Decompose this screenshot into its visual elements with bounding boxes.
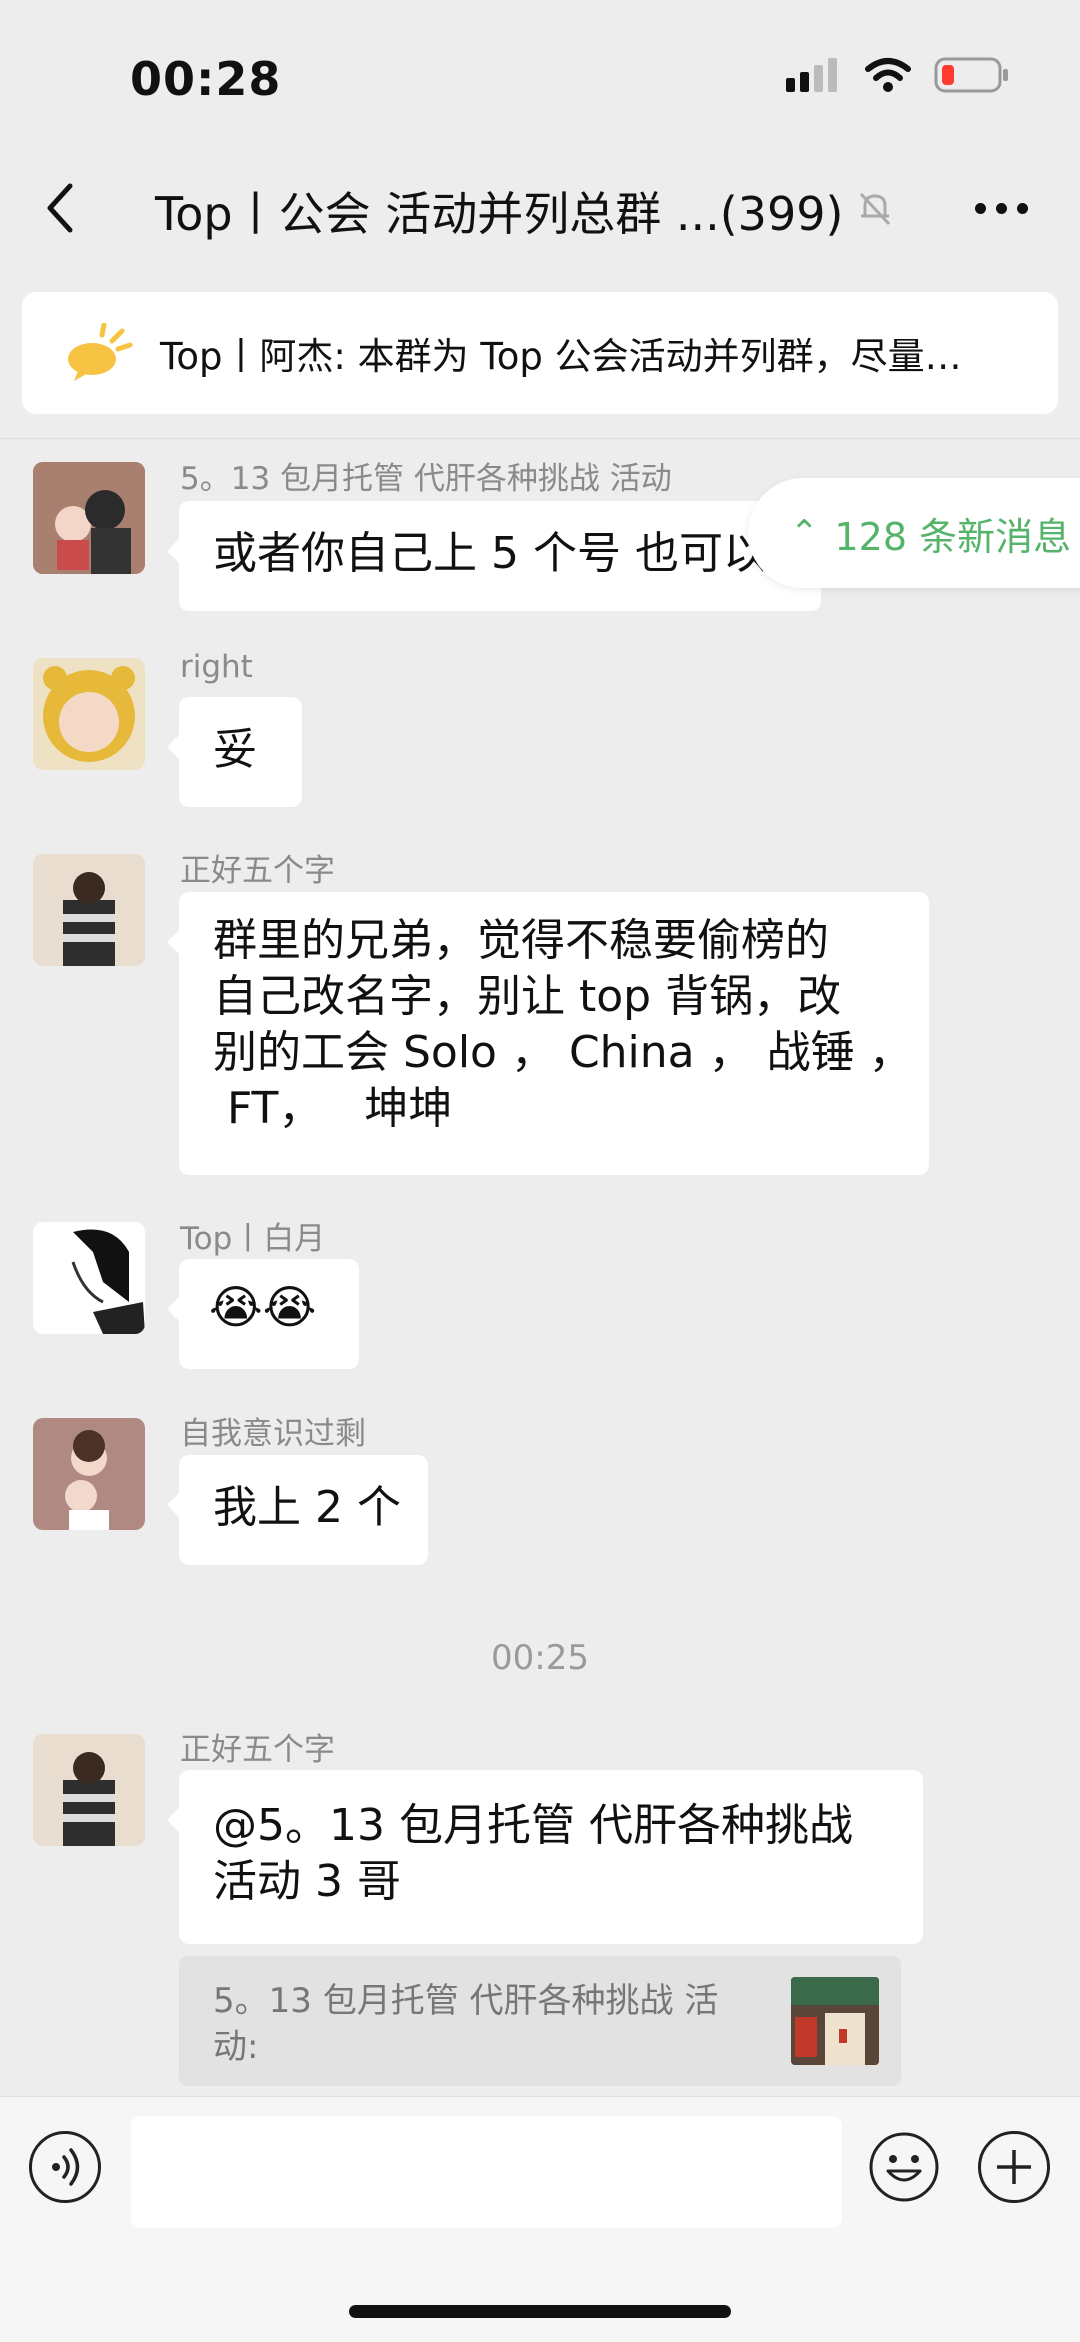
quote-thumbnail	[791, 1977, 879, 2065]
announcement-text: Top丨阿杰: 本群为 Top 公会活动并列群，尽量…	[160, 335, 962, 378]
quote-line: 动:	[213, 2027, 259, 2067]
message-line: @5。13 包月托管 代肝各种挑战	[213, 1800, 853, 1851]
avatar[interactable]	[33, 1734, 145, 1846]
quote-text: 5。13 包月托管 代肝各种挑战 活 动:	[213, 1978, 783, 2070]
emoji-icon[interactable]	[868, 2131, 940, 2203]
voice-icon	[52, 2148, 80, 2186]
divider	[0, 438, 1080, 439]
quoted-message[interactable]: 5。13 包月托管 代肝各种挑战 活 动:	[179, 1956, 901, 2086]
timestamp-divider: 00:25	[491, 1638, 589, 1678]
sender-name: 正好五个字	[180, 853, 335, 889]
sender-name: Top丨白月	[180, 1221, 326, 1257]
message-bubble[interactable]: @5。13 包月托管 代肝各种挑战 活动 3 哥	[167, 1770, 923, 1944]
avatar[interactable]	[33, 1222, 145, 1334]
new-messages-button[interactable]: ⌃ 128 条新消息	[748, 478, 1080, 588]
sender-name: 自我意识过剩	[180, 1416, 366, 1452]
message-line: 群里的兄弟，觉得不稳要偷榜的	[213, 915, 829, 966]
message-line: 别的工会 Solo ， China ， 战锤 ，	[213, 1027, 913, 1078]
message-bubble[interactable]: 我上 2 个	[167, 1455, 428, 1565]
sender-name: 5。13 包月托管 代肝各种挑战 活动	[180, 461, 672, 497]
message-bubble[interactable]: 群里的兄弟，觉得不稳要偷榜的 自己改名字，别让 top 背锅，改 别的工会 So…	[167, 892, 929, 1175]
voice-button[interactable]	[29, 2131, 101, 2203]
message-bubble[interactable]: 😭😭	[167, 1259, 359, 1369]
sender-name: 正好五个字	[180, 1732, 335, 1768]
mute-bell-icon	[859, 192, 891, 226]
group-announcement[interactable]: Top丨阿杰: 本群为 Top 公会活动并列群，尽量…	[22, 292, 1058, 414]
message-line: 活动 3 哥	[213, 1856, 401, 1907]
status-icons	[786, 56, 1010, 94]
back-icon[interactable]	[40, 180, 86, 236]
message-bubble[interactable]: 妥	[167, 697, 302, 807]
status-time: 00:28	[130, 52, 282, 106]
sender-name: right	[180, 649, 253, 685]
message-text: 妥	[213, 724, 257, 775]
megaphone-icon	[68, 323, 133, 381]
message-line: 自己改名字，别让 top 背锅，改	[213, 971, 842, 1022]
home-indicator	[349, 2305, 731, 2318]
signal-icon	[786, 58, 837, 92]
avatar[interactable]	[33, 854, 145, 966]
double-chevron-up-icon: ⌃	[790, 513, 819, 553]
avatar[interactable]	[33, 658, 145, 770]
wifi-icon	[865, 58, 911, 92]
plus-icon	[997, 2150, 1031, 2184]
more-icon[interactable]	[975, 203, 1028, 214]
message-line: FT， 坤坤	[213, 1083, 453, 1134]
chat-title: Top丨公会 活动并列总群 ...(399)	[155, 187, 844, 241]
message-bubble[interactable]: 或者你自己上 5 个号 也可以	[167, 501, 821, 611]
message-text: 或者你自己上 5 个号 也可以	[213, 528, 767, 579]
avatar[interactable]	[33, 1418, 145, 1530]
new-messages-label: 128 条新消息	[834, 514, 1072, 559]
message-text: 我上 2 个	[213, 1482, 401, 1533]
message-text: 😭😭	[209, 1280, 317, 1334]
plus-button[interactable]	[978, 2131, 1050, 2203]
quote-line: 5。13 包月托管 代肝各种挑战 活	[213, 1981, 719, 2021]
battery-icon	[934, 57, 1008, 93]
avatar[interactable]	[33, 462, 145, 574]
message-input[interactable]	[131, 2116, 842, 2228]
